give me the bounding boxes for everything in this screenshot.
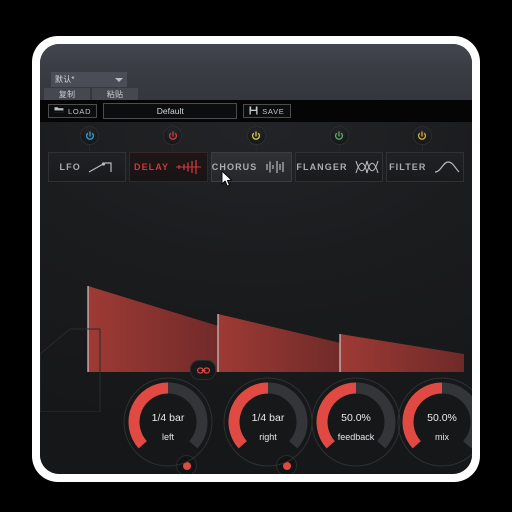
power-icon <box>418 130 427 140</box>
knob-feedback[interactable]: 50.0% feedback <box>310 376 402 468</box>
power-stem <box>338 145 340 151</box>
paste-button[interactable]: 粘贴 <box>92 88 138 100</box>
tab-label: LFO <box>59 162 81 172</box>
power-icon <box>251 130 261 140</box>
host-header-bar: 默认* 复制 粘贴 <box>40 44 472 100</box>
copy-button[interactable]: 复制 <box>44 88 90 100</box>
power-cell-flanger <box>299 126 379 151</box>
filter-curve-icon <box>434 161 459 173</box>
power-button-lfo[interactable] <box>80 126 100 145</box>
chorus-bars-icon <box>266 161 284 173</box>
power-button-filter[interactable] <box>412 126 432 145</box>
tab-lfo[interactable]: LFO <box>48 152 127 182</box>
flanger-wave-icon <box>355 160 379 174</box>
delay-taps-icon <box>176 160 202 174</box>
floppy-disk-icon <box>249 106 258 117</box>
power-button-delay[interactable] <box>163 126 183 145</box>
screenshot-root: 默认* 复制 粘贴 LOAD Default SAVE LFO DELAY CH… <box>0 0 512 512</box>
knob-value-mix: 50.0% <box>427 412 457 424</box>
load-button[interactable]: LOAD <box>48 104 98 118</box>
preset-toolbar: LOAD Default SAVE <box>40 100 472 122</box>
power-icon <box>85 130 94 140</box>
power-cell-filter <box>382 126 462 151</box>
preset-name-field[interactable]: Default <box>103 103 238 119</box>
power-button-flanger[interactable] <box>329 126 349 145</box>
tab-chorus[interactable]: CHORUS <box>210 152 293 182</box>
chain-link-icon <box>196 366 210 374</box>
knob-label-right: right <box>259 432 277 442</box>
power-icon <box>335 130 344 140</box>
save-button-label: SAVE <box>262 106 285 116</box>
effect-tab-row: LFO DELAY CHORUS FLANGER FILTER <box>48 152 464 182</box>
power-cell-chorus <box>216 126 296 151</box>
effect-power-row <box>40 126 472 152</box>
tab-filter[interactable]: FILTER <box>385 152 464 182</box>
knob-mix[interactable]: 50.0% mix <box>396 376 472 468</box>
power-icon <box>168 130 177 140</box>
save-button[interactable]: SAVE <box>243 104 291 118</box>
knob-value-right: 1/4 bar <box>251 412 285 424</box>
knob-row: 1/4 bar left 1/4 bar right 50.0% feedback 50.0… <box>40 356 472 474</box>
power-stem <box>172 145 174 151</box>
tab-label: FLANGER <box>296 162 348 172</box>
knob-value-feedback: 50.0% <box>341 412 371 424</box>
host-preset-value: 默认* <box>55 75 75 84</box>
power-button-chorus[interactable] <box>246 126 266 145</box>
load-button-label: LOAD <box>68 106 92 116</box>
plugin-main-panel: LFO DELAY CHORUS FLANGER FILTER 1/4 bar … <box>40 122 472 474</box>
tab-label: DELAY <box>133 162 170 172</box>
plugin-window-inner: 默认* 复制 粘贴 LOAD Default SAVE LFO DELAY CH… <box>40 44 472 474</box>
tab-flanger[interactable]: FLANGER <box>295 152 383 182</box>
chevron-down-icon <box>115 77 123 82</box>
host-preset-dropdown[interactable]: 默认* <box>51 72 127 87</box>
knob-left[interactable]: 1/4 bar left <box>122 376 214 468</box>
folder-icon <box>54 106 64 116</box>
power-cell-lfo <box>50 126 130 151</box>
knob-label-left: left <box>161 432 174 442</box>
knob-label-feedback: feedback <box>337 432 375 442</box>
tab-label: CHORUS <box>211 162 258 172</box>
tab-delay[interactable]: DELAY <box>129 152 208 182</box>
knob-value-left: 1/4 bar <box>151 412 185 424</box>
power-stem <box>255 145 257 151</box>
power-cell-delay <box>133 126 213 151</box>
power-stem <box>89 145 91 151</box>
knob-label-mix: mix <box>435 432 449 442</box>
host-copy-paste-row: 复制 粘贴 <box>44 88 138 100</box>
lfo-ramp-icon <box>88 162 112 173</box>
tab-label: FILTER <box>389 162 427 172</box>
knob-right[interactable]: 1/4 bar right <box>222 376 314 468</box>
plugin-window-frame: 默认* 复制 粘贴 LOAD Default SAVE LFO DELAY CH… <box>32 36 480 482</box>
power-stem <box>421 145 423 151</box>
